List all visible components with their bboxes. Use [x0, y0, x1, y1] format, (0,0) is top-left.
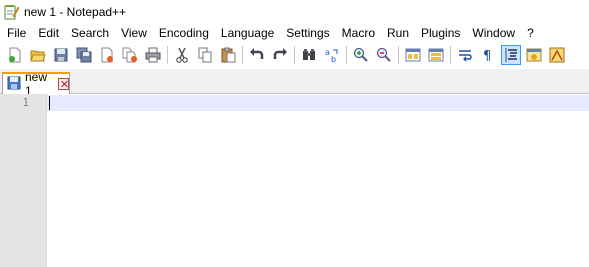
menu-macro[interactable]: Macro [336, 23, 381, 43]
menu-window[interactable]: Window [466, 23, 521, 43]
print-icon[interactable] [143, 45, 163, 65]
close-icon[interactable] [97, 45, 117, 65]
toolbar-separator [242, 46, 243, 64]
menu-search[interactable]: Search [65, 23, 115, 43]
function-list-icon[interactable] [547, 45, 567, 65]
toolbar-separator [398, 46, 399, 64]
tab-new-1[interactable]: new 1 [2, 70, 70, 98]
menu-edit[interactable]: Edit [32, 23, 65, 43]
save-all-icon[interactable] [74, 45, 94, 65]
menu-language[interactable]: Language [215, 23, 280, 43]
redo-icon[interactable] [270, 45, 290, 65]
title-bar: new 1 - Notepad++ [0, 0, 589, 23]
current-line-highlight [47, 95, 589, 111]
open-file-icon[interactable] [28, 45, 48, 65]
text-caret [49, 96, 50, 110]
copy-icon[interactable] [195, 45, 215, 65]
sync-horizontal-icon[interactable] [426, 45, 446, 65]
indent-guide-icon[interactable] [501, 45, 521, 65]
editor-area[interactable]: 1 [0, 94, 589, 267]
show-all-chars-icon[interactable]: ¶ [478, 45, 498, 65]
saved-file-icon [7, 76, 21, 93]
menu-file[interactable]: File [0, 23, 32, 43]
save-icon[interactable] [51, 45, 71, 65]
menu-run[interactable]: Run [381, 23, 415, 43]
close-all-icon[interactable] [120, 45, 140, 65]
sync-vertical-icon[interactable] [403, 45, 423, 65]
menu-plugins[interactable]: Plugins [415, 23, 466, 43]
tab-strip: new 1 [0, 69, 589, 98]
toolbar-separator [346, 46, 347, 64]
toolbar-separator [450, 46, 451, 64]
toolbar-separator [294, 46, 295, 64]
menu-bar: File Edit Search View Encoding Language … [0, 23, 589, 43]
cut-icon[interactable] [172, 45, 192, 65]
line-number-gutter: 1 [0, 94, 47, 267]
document-map-icon[interactable] [524, 45, 544, 65]
menu-settings[interactable]: Settings [280, 23, 335, 43]
undo-icon[interactable] [247, 45, 267, 65]
svg-text:¶: ¶ [483, 49, 491, 63]
replace-icon[interactable]: ab [322, 45, 342, 65]
svg-text:a: a [325, 48, 330, 57]
notepad-pp-icon [3, 4, 20, 20]
line-number: 1 [22, 96, 29, 109]
word-wrap-icon[interactable] [455, 45, 475, 65]
svg-text:b: b [331, 55, 336, 63]
menu-encoding[interactable]: Encoding [153, 23, 215, 43]
menu-help[interactable]: ? [521, 23, 540, 43]
window-title: new 1 - Notepad++ [24, 4, 127, 19]
new-file-icon[interactable] [5, 45, 25, 65]
menu-view[interactable]: View [115, 23, 153, 43]
zoom-out-icon[interactable] [374, 45, 394, 65]
find-icon[interactable] [299, 45, 319, 65]
toolbar-separator [167, 46, 168, 64]
zoom-in-icon[interactable] [351, 45, 371, 65]
toolbar: ab ¶ [0, 43, 589, 67]
tab-close-icon[interactable] [57, 78, 69, 90]
paste-icon[interactable] [218, 45, 238, 65]
